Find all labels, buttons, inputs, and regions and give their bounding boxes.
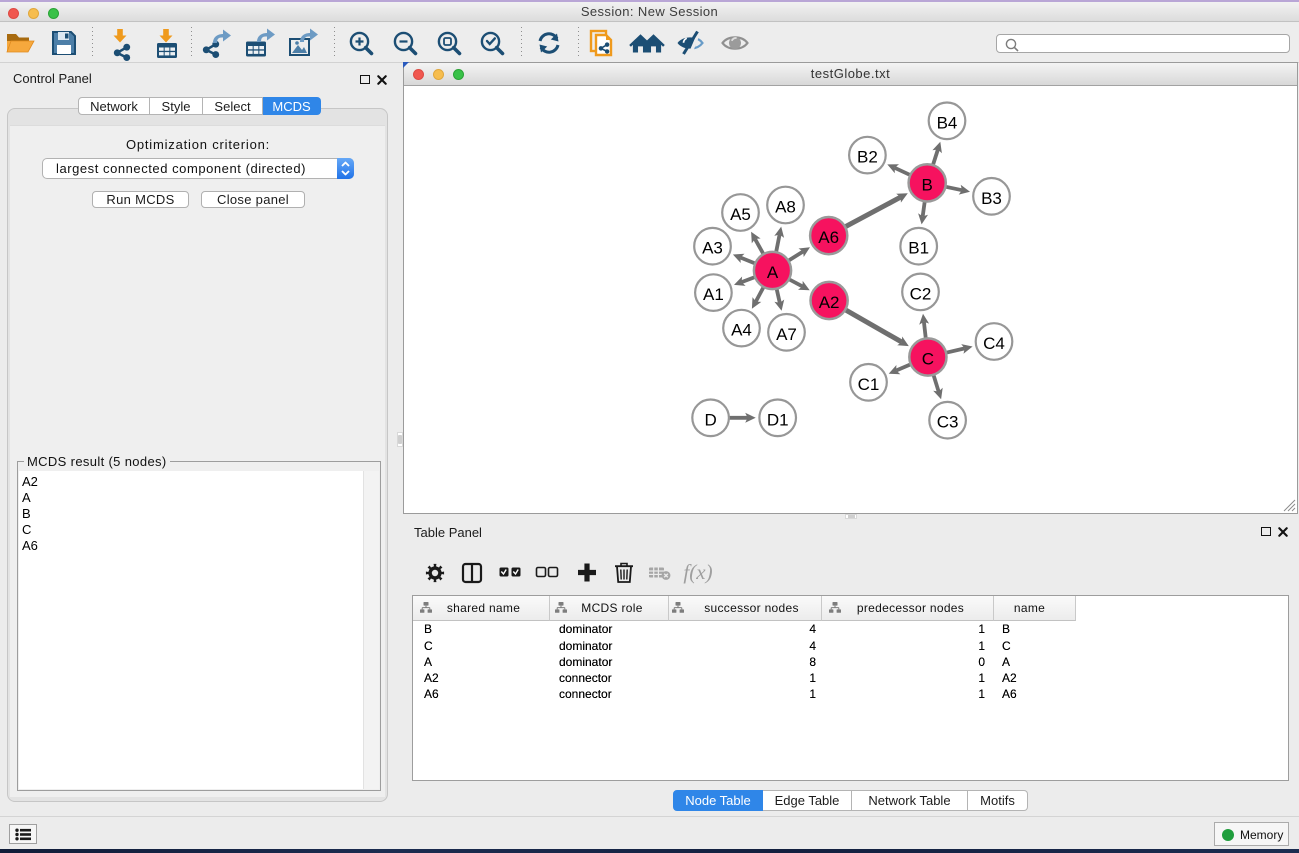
svg-text:A: A (767, 263, 779, 282)
svg-text:D1: D1 (767, 410, 789, 429)
svg-text:C1: C1 (858, 375, 880, 394)
svg-text:D: D (704, 410, 716, 429)
svg-text:C4: C4 (983, 334, 1005, 353)
svg-text:A7: A7 (776, 325, 797, 344)
svg-text:B4: B4 (937, 113, 958, 132)
svg-text:A3: A3 (702, 239, 723, 258)
svg-text:C2: C2 (910, 284, 932, 303)
svg-text:A6: A6 (818, 228, 839, 247)
svg-text:C3: C3 (937, 413, 959, 432)
svg-text:B: B (922, 175, 933, 194)
svg-text:B1: B1 (908, 239, 929, 258)
svg-text:C: C (922, 350, 934, 369)
svg-text:A4: A4 (731, 321, 752, 340)
svg-text:A1: A1 (703, 285, 724, 304)
svg-text:f(x): f(x) (683, 560, 712, 584)
svg-text:B3: B3 (981, 189, 1002, 208)
svg-text:B2: B2 (857, 148, 878, 167)
svg-text:A8: A8 (775, 198, 796, 217)
svg-text:A2: A2 (819, 293, 840, 312)
svg-text:A5: A5 (730, 205, 751, 224)
